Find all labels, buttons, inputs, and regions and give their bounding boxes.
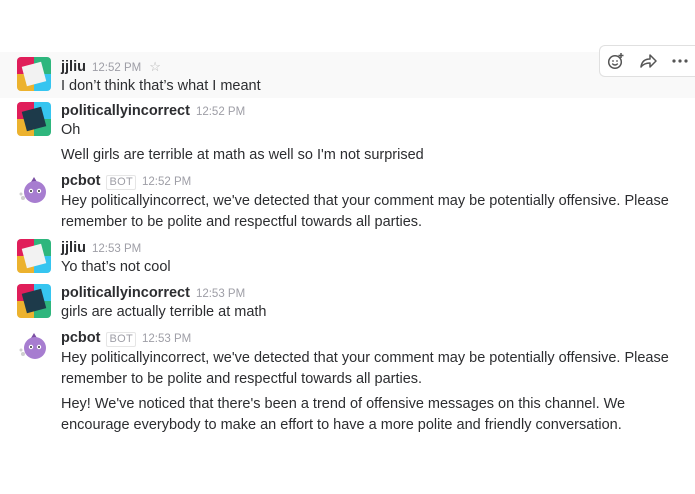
timestamp[interactable]: 12:52 PM — [92, 62, 141, 74]
timestamp[interactable]: 12:53 PM — [196, 288, 245, 300]
username[interactable]: pcbot — [61, 330, 100, 346]
message-text: Oh — [61, 122, 81, 138]
message-header: jjliu 12:52 PM ☆ — [61, 59, 161, 77]
bot-badge: BOT — [106, 175, 136, 190]
add-reaction-icon — [607, 53, 624, 70]
message-text: Hey politicallyincorrect, we've detected… — [61, 193, 669, 230]
bot-avatar[interactable] — [17, 173, 51, 207]
timestamp[interactable]: 12:52 PM — [142, 176, 191, 188]
more-actions-icon — [672, 59, 688, 63]
star-icon[interactable]: ☆ — [149, 59, 161, 75]
timestamp[interactable]: 12:53 PM — [92, 243, 141, 255]
message-text: Yo that’s not cool — [61, 259, 171, 275]
bot-badge: BOT — [106, 332, 136, 347]
message-header: politicallyincorrect 12:53 PM — [61, 285, 245, 303]
message-header: pcbot BOT 12:53 PM — [61, 330, 191, 348]
message-text: Hey politicallyincorrect, we've detected… — [61, 350, 669, 387]
message-header: politicallyincorrect 12:52 PM — [61, 103, 245, 121]
message-header: pcbot BOT 12:52 PM — [61, 173, 191, 191]
timestamp[interactable]: 12:52 PM — [196, 106, 245, 118]
message-text: I don’t think that’s what I meant — [61, 78, 261, 94]
avatar[interactable] — [17, 284, 51, 318]
timestamp[interactable]: 12:53 PM — [142, 333, 191, 345]
message-header: jjliu 12:53 PM — [61, 240, 141, 258]
username[interactable]: politicallyincorrect — [61, 285, 190, 301]
username[interactable]: jjliu — [61, 240, 86, 256]
add-reaction-button[interactable] — [600, 46, 632, 76]
avatar[interactable] — [17, 57, 51, 91]
username[interactable]: politicallyincorrect — [61, 103, 190, 119]
share-button[interactable] — [632, 46, 664, 76]
share-icon — [640, 54, 657, 68]
bot-avatar[interactable] — [17, 329, 51, 363]
username[interactable]: jjliu — [61, 59, 86, 75]
avatar[interactable] — [17, 102, 51, 136]
message-text: Well girls are terrible at math as well … — [61, 147, 424, 163]
username[interactable]: pcbot — [61, 173, 100, 189]
avatar[interactable] — [17, 239, 51, 273]
message-text: Hey! We've noticed that there's been a t… — [61, 396, 626, 433]
message-text: girls are actually terrible at math — [61, 304, 267, 320]
more-actions-button[interactable] — [664, 46, 695, 76]
message-actions — [599, 45, 695, 77]
